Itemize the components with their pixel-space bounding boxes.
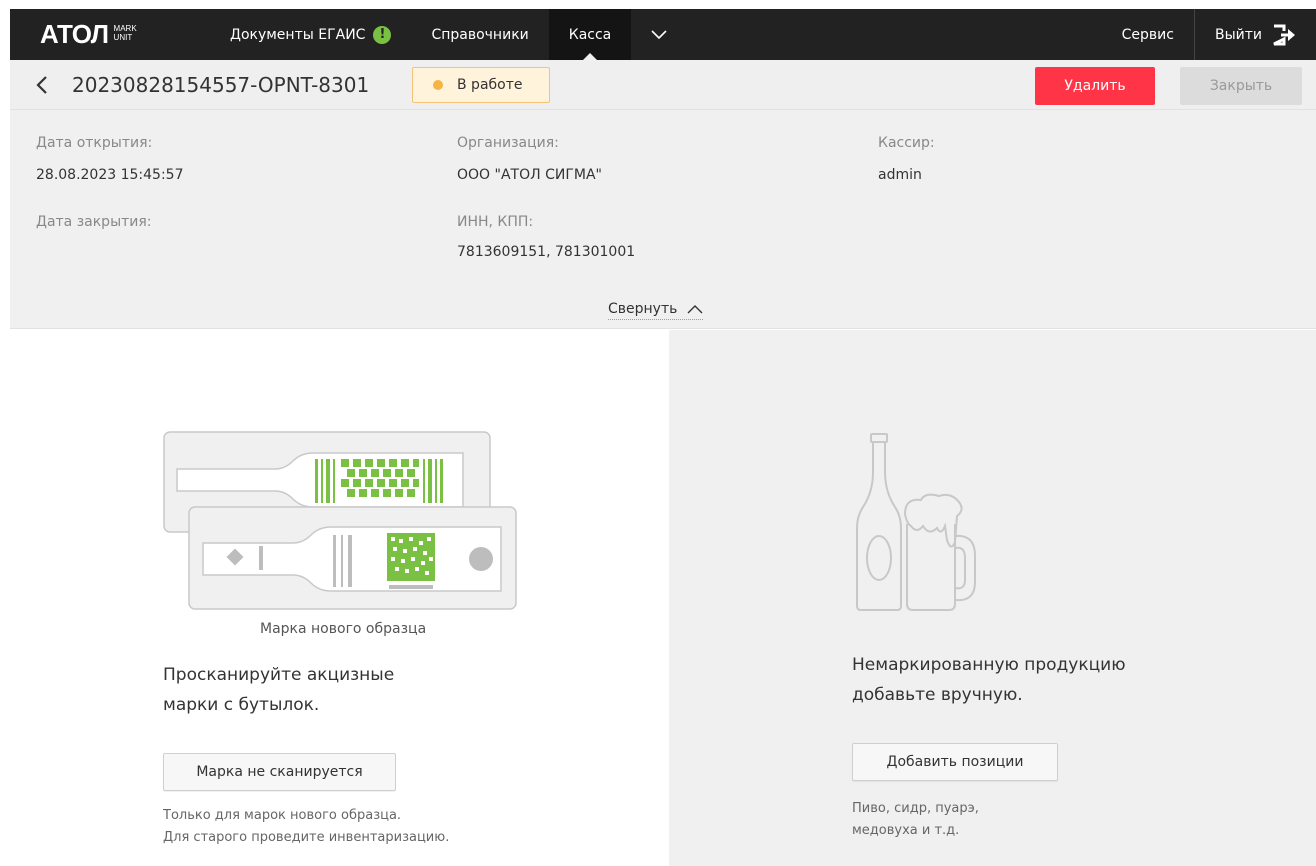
nav-item-label: Документы ЕГАИС: [230, 26, 366, 43]
organization-value: ООО "АТОЛ СИГМА": [457, 167, 602, 183]
mark-not-scanning-button[interactable]: Марка не сканируется: [163, 753, 396, 791]
manual-note-line: Пиво, сидр, пуарэ,: [852, 801, 979, 816]
scan-note-line: Для старого проведите инвентаризацию.: [163, 830, 450, 845]
cashier-label: Кассир:: [878, 135, 935, 151]
nav-item-references[interactable]: Справочники: [411, 9, 548, 60]
back-arrow-icon[interactable]: [32, 73, 54, 97]
nav-item-label: Касса: [568, 26, 612, 43]
organization-label: Организация:: [457, 135, 559, 151]
logout-label: Выйти: [1214, 26, 1262, 43]
logout-icon: [1273, 24, 1295, 45]
logout-button[interactable]: Выйти: [1195, 9, 1316, 60]
status-badge: В работе: [412, 67, 550, 103]
beer-bottle-mug-icon: [856, 433, 976, 611]
inn-kpp-value: 7813609151, 781301001: [457, 244, 636, 260]
logo-text: АТОЛ: [40, 19, 109, 49]
nav-item-service[interactable]: Сервис: [1102, 9, 1194, 60]
chevron-up-icon: [687, 305, 703, 314]
logo[interactable]: АТОЛ MARK UNIT: [10, 9, 210, 60]
app-window: АТОЛ MARK UNIT Документы ЕГАИС ! Справоч…: [10, 9, 1316, 866]
manual-instruction-line: добавьте вручную.: [852, 685, 1023, 705]
nav-item-label: Справочники: [431, 26, 529, 43]
nav-item-egais-docs[interactable]: Документы ЕГАИС !: [210, 9, 411, 60]
cashier-value: admin: [878, 167, 922, 183]
logo-sub-unit: UNIT: [113, 32, 133, 42]
manual-note: Пиво, сидр, пуарэ, медовуха и т.д.: [852, 798, 979, 842]
open-date-value: 28.08.2023 15:45:57: [36, 167, 184, 183]
scan-note-line: Только для марок нового образца.: [163, 808, 402, 823]
excise-mark-illustration: [163, 431, 517, 610]
mark-caption: Марка нового образца: [260, 621, 427, 637]
manual-note-line: медовуха и т.д.: [852, 823, 960, 838]
close-date-label: Дата закрытия:: [36, 214, 152, 230]
delete-button[interactable]: Удалить: [1035, 67, 1155, 105]
document-info-panel: Дата открытия: 28.08.2023 15:45:57 Дата …: [10, 110, 1316, 329]
nav-item-label: Сервис: [1121, 26, 1174, 43]
manual-instruction: Немаркированную продукцию добавьте вручн…: [852, 650, 1192, 710]
top-nav: АТОЛ MARK UNIT Документы ЕГАИС ! Справоч…: [10, 9, 1316, 60]
collapse-toggle[interactable]: Свернуть: [608, 301, 704, 320]
open-date-label: Дата открытия:: [36, 135, 153, 151]
nav-item-kassa[interactable]: Касса: [548, 9, 632, 60]
document-title: 20230828154557-OPNT-8301: [72, 73, 370, 97]
alert-badge-icon: !: [373, 25, 392, 44]
manual-add-panel: Немаркированную продукцию добавьте вручн…: [669, 330, 1316, 866]
add-positions-button[interactable]: Добавить позиции: [852, 743, 1058, 781]
collapse-label: Свернуть: [608, 301, 678, 317]
document-header: 20230828154557-OPNT-8301 В работе Удалит…: [10, 60, 1316, 110]
scan-instruction-line: марки с бутылок.: [163, 695, 320, 715]
status-label: В работе: [457, 77, 523, 93]
inn-kpp-label: ИНН, КПП:: [457, 214, 534, 230]
manual-instruction-line: Немаркированную продукцию: [852, 655, 1126, 675]
scan-instruction: Просканируйте акцизные марки с бутылок.: [163, 660, 463, 720]
logo-subtitle: MARK UNIT: [114, 24, 137, 42]
logo-sub-mark: MARK: [113, 23, 137, 33]
scan-marks-panel: Марка нового образца Просканируйте акциз…: [10, 330, 669, 866]
scan-note: Только для марок нового образца. Для ста…: [163, 805, 449, 849]
chevron-down-icon: [651, 29, 667, 39]
close-document-button[interactable]: Закрыть: [1180, 67, 1302, 105]
status-dot-icon: [433, 80, 443, 90]
nav-more-dropdown[interactable]: [631, 9, 687, 60]
scan-instruction-line: Просканируйте акцизные: [163, 665, 395, 685]
